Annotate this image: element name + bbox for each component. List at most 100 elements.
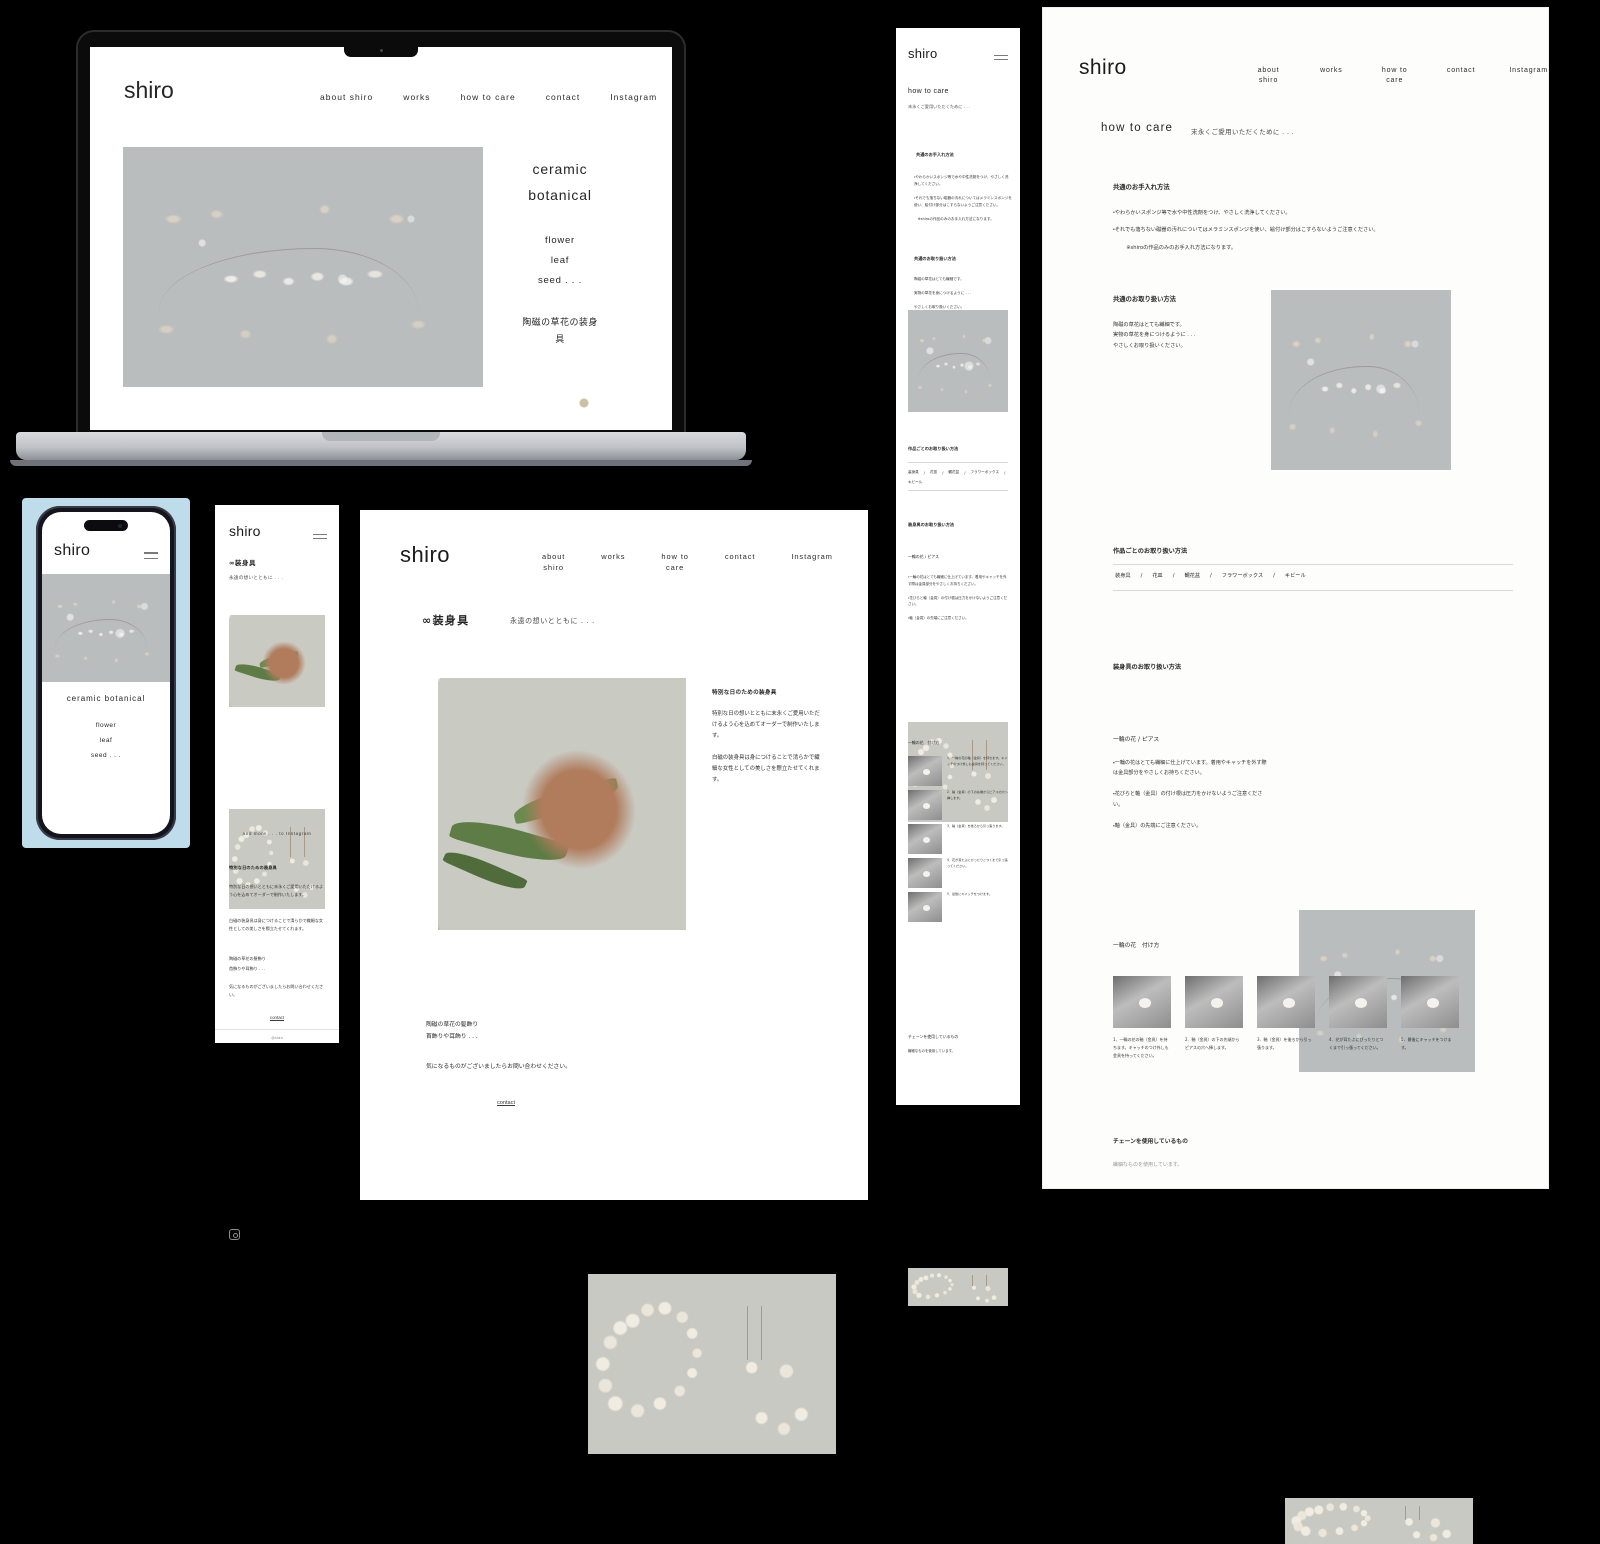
phone-brand-logo[interactable]: shiro [54,542,90,560]
care-col-brand[interactable]: shiro [908,46,937,61]
step-image [1185,976,1243,1028]
desktop-care-brand[interactable]: shiro [1079,56,1127,80]
care-col-chain-title: チェーンを使用しているもの [908,1034,959,1039]
nav-works[interactable]: works [601,552,625,574]
tablet-contact-link[interactable]: contact [270,1015,284,1020]
bullet: ※shiroの作品のみのお手入れ方法になります。 [914,217,994,221]
nav-how-to-care[interactable]: how to care [661,552,689,574]
tab-キビール[interactable]: キビール [908,480,922,485]
desktop-contact-link[interactable]: contact [497,1100,515,1106]
nav-contact[interactable]: contact [1447,66,1475,86]
phone-screen: shiro ceramic botanical flower leaf seed… [42,512,170,834]
tab-装身具[interactable]: 装身具 [1115,572,1131,579]
phone-mockup: shiro ceramic botanical flower leaf seed… [22,498,190,848]
care-col-item-subtitle: 一輪の花 / ピアス [908,554,940,559]
step-image [1257,976,1315,1028]
nav-contact[interactable]: contact [546,91,581,103]
tablet-works-side-title: 特別な日のための装身具 [229,865,277,870]
bullet: ・軸（金具）の先端にご注意ください。 [1113,822,1202,829]
tab-フラワーボックス[interactable]: フラワーボックス [970,470,999,475]
care-col-section1-title: 共通のお取り扱い方法 [914,256,956,261]
step-caption: 2．軸（金具）の下の先端からピアスの穴へ挿します。 [947,790,1008,800]
care-col-hamburger-icon[interactable] [994,52,1008,63]
brand-logo[interactable]: shiro [124,77,174,104]
desktop-works-side-p2: 白磁の装身具は身につけることで清らかで繊細な女性としての美しさを際立たせてくれま… [712,755,820,784]
step-image [908,858,942,888]
tablet-footer-rule [215,1029,339,1030]
step-image [908,756,942,786]
tab-フラワーボックス[interactable]: フラワーボックス [1222,572,1263,579]
desktop-works-footer-line1: 陶磁の草花の髪飾り [426,1022,479,1028]
desktop-care-tabs-rule-bottom [1113,590,1513,591]
nav-about-shiro[interactable]: about shiro [542,552,565,574]
tab-キビール[interactable]: キビール [1285,572,1306,579]
step-item: 4．花が耳たぶにぴったりとつくまで引っ張ってください。 [1329,976,1387,1059]
tablet-care-page: shiro how to care 末永くご愛用いただくために . . . 共通… [896,28,1020,1306]
desktop-works-brand[interactable]: shiro [400,542,450,568]
step-caption: 2．軸（金具）の下の先端からピアスの穴へ挿します。 [1185,1037,1240,1050]
hamburger-menu-icon[interactable] [144,548,158,563]
step-caption: 4．花が耳たぶにぴったりとつくまで引っ張ってください。 [947,858,1008,868]
laptop-foot [10,460,752,466]
desktop-works-image-necklace [588,1274,836,1454]
hero-image [123,147,483,387]
hero-title-line1: ceramic [532,161,588,177]
desktop-care-section0-title: 共通のお手入れ方法 [1113,184,1170,191]
laptop-camera-notch [344,44,418,57]
step-row: 3．軸（金具）を後ろから引っ張ります。 [908,824,1008,854]
hero-list-leaf: leaf [550,254,570,266]
step-caption: 3．軸（金具）を後ろから引っ張ります。 [1257,1037,1312,1050]
tablet-works-image-hand [229,615,325,707]
step-row: 2．軸（金具）の下の先端からピアスの穴へ挿します。 [908,790,1008,820]
step-row: 4．花が耳たぶにぴったりとつくまで引っ張ってください。 [908,858,1008,888]
nav-about-shiro[interactable]: about shiro [320,91,373,103]
desktop-works-side-p1: 特別な日の想いとともに末永くご愛用いただけるよう心を込めてオーダーで制作いたしま… [712,711,820,740]
step-image [908,824,942,854]
tab-花皿[interactable]: 花皿 [930,470,937,475]
nav-works[interactable]: works [1320,66,1342,86]
tablet-works-heading: ∞装身具 [229,559,256,567]
desktop-care-heading: how to care [1101,122,1174,134]
phone-hero-list-leaf: leaf [99,736,113,744]
phone-dynamic-island [84,520,128,531]
sprig-decoration [578,397,590,409]
care-col-image-chain [908,1268,1008,1306]
hero-copy: ceramic botanical flower leaf seed . . .… [490,157,630,349]
care-col-image-overview [908,310,1008,412]
laptop-mockup: shiro about shiro works how to care cont… [10,18,752,468]
care-col-section0-bullets: ・やわらかいスポンジ等で水や中性洗剤をつけ、やさしく洗浄してください。 ・それで… [914,174,1012,230]
nav-instagram[interactable]: Instagram [1509,66,1548,86]
nav-about-shiro[interactable]: about shiro [1251,66,1286,86]
nav-instagram[interactable]: Instagram [610,91,657,103]
instagram-icon[interactable] [229,1229,240,1240]
step-caption: 5．最後にキャッチをつけます。 [1401,1037,1452,1050]
hero-jp-line1: 陶磁の草花の装身 [522,317,598,328]
care-col-tabs-rule-top [908,462,1008,463]
tab-観花盆[interactable]: 観花盆 [1184,572,1200,579]
tablet-and-more-link[interactable]: and more . . . to Instagram [215,831,339,836]
hero-list-seed: seed . . . [537,274,583,286]
phone-hero-title: ceramic botanical [66,694,146,703]
desktop-works-footer: 陶磁の草花の髪飾り 首飾りや耳飾り . . . 気になるものがございましたらお問… [426,1020,586,1106]
tab-装身具[interactable]: 装身具 [908,470,919,475]
step-item: 3．軸（金具）を後ろから引っ張ります。 [1257,976,1315,1059]
nav-how-to-care[interactable]: how to care [1377,66,1413,86]
nav-works[interactable]: works [403,91,430,103]
step-caption: 5．最後にキャッチをつけます。 [947,892,992,896]
nav-instagram[interactable]: Instagram [791,552,832,574]
tablet-works-side-p2: 白磁の装身具は身につけることで清らかで繊細な女性としての美しさを際立たせてくれま… [229,918,324,931]
tablet-brand-logo[interactable]: shiro [229,523,261,539]
tab-観花盆[interactable]: 観花盆 [948,470,959,475]
nav-how-to-care[interactable]: how to care [461,91,516,103]
nav-contact[interactable]: contact [725,552,755,574]
tablet-hamburger-icon[interactable] [313,531,327,542]
tab-花皿[interactable]: 花皿 [1152,572,1162,579]
bullet: ・花びらと軸（金具）の付け根は圧力をかけないようご注意ください。 [1113,791,1263,808]
care-col-item-section-title: 装身具のお取り扱い方法 [908,522,955,527]
bullet: 実物の草花を身につけるように . . . [914,291,972,295]
step-item: 1．一輪の花の軸（金具）を持ちます。キャッチのつけ外しも金具を持ってください。 [1113,976,1171,1059]
step-image [908,790,942,820]
desktop-works-nav: about shiro works how to care contact In… [542,552,833,574]
care-col-item-bullets: ・一輪の花はとても繊細に仕上げています。着用やキャッチを外す際は金具部分をやさし… [908,574,1008,629]
bullet: ・それでも落ちない磁器の汚れについてはメラミンスポンジを使い、絵付け部分はこすら… [914,196,1012,207]
